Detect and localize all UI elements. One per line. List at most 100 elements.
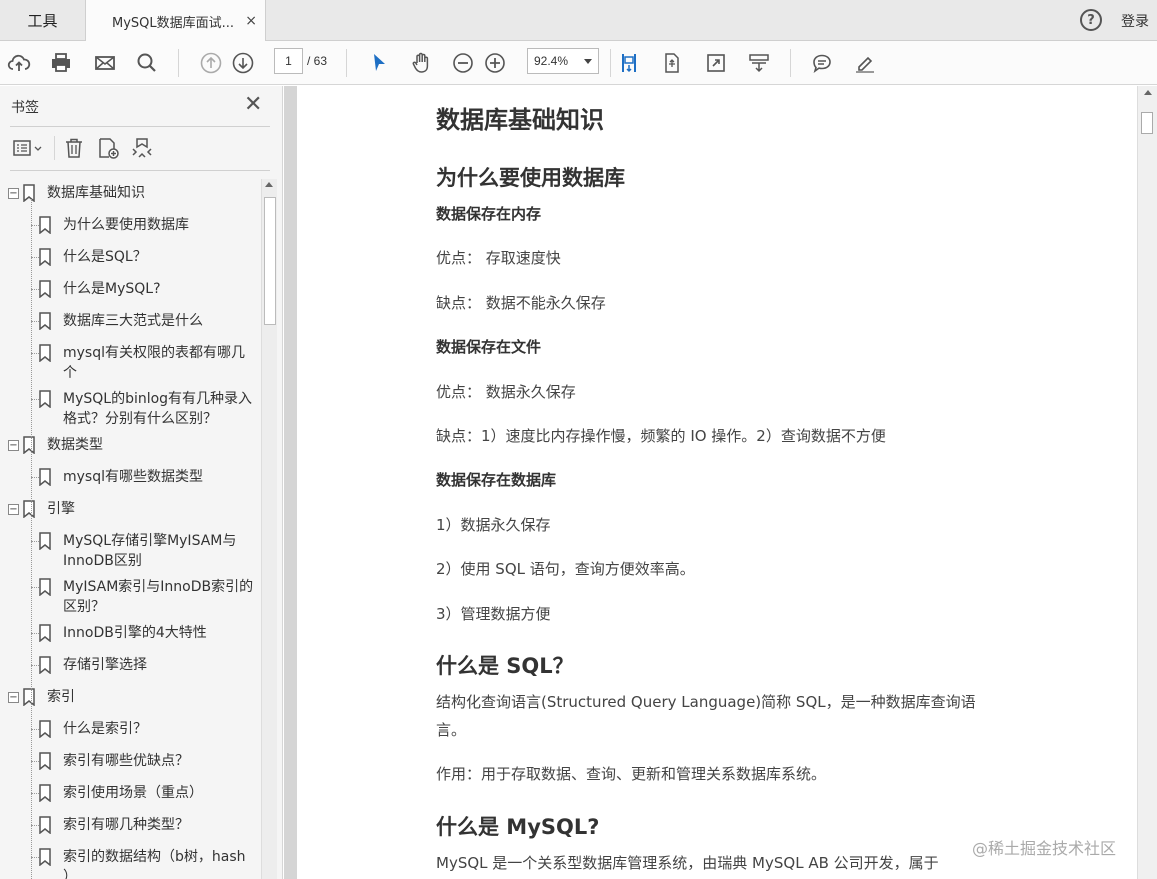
bookmark-label: 存储引擎选择 — [63, 657, 147, 673]
bookmark-group[interactable]: − 数据类型 — [0, 435, 262, 455]
zoom-select[interactable]: 92.4% — [527, 48, 599, 74]
paragraph: 1）数据永久保存 — [436, 516, 551, 534]
bookmark-tree: − 数据库基础知识为什么要使用数据库 什么是SQL？ 什么是MySQL? 数据库三大范式… — [0, 179, 262, 879]
scroll-up-icon[interactable] — [265, 182, 273, 187]
bookmark-label: MySQL存储引擎MyISAM与 — [63, 533, 237, 549]
toolbar-separator — [790, 49, 791, 77]
select-cursor-icon[interactable] — [365, 49, 393, 77]
bookmark-label: 索引 — [47, 689, 75, 705]
bookmark-item[interactable]: 什么是MySQL? — [0, 279, 262, 299]
bookmark-label: MyISAM索引与InnoDB索引的 — [63, 579, 254, 595]
email-icon[interactable] — [91, 49, 119, 77]
divider — [10, 170, 270, 171]
bookmark-label: 为什么要使用数据库 — [63, 217, 189, 233]
previous-page-icon[interactable] — [197, 49, 225, 77]
bookmark-item[interactable]: 存储引擎选择 — [0, 655, 262, 675]
bookmark-scrollbar[interactable] — [261, 179, 277, 879]
next-page-icon[interactable] — [229, 49, 257, 77]
comment-icon[interactable] — [808, 49, 836, 77]
divider — [10, 126, 270, 127]
bookmark-icon — [38, 624, 52, 643]
help-icon[interactable]: ? — [1080, 9, 1102, 31]
bookmark-item[interactable]: MyISAM索引与InnoDB索引的 区别？ — [0, 577, 262, 617]
bookmark-item[interactable]: 什么是SQL？ — [0, 247, 262, 267]
new-bookmark-icon[interactable] — [96, 135, 120, 161]
hand-tool-icon[interactable] — [407, 49, 435, 77]
fit-page-icon[interactable] — [615, 49, 643, 77]
bookmark-label: 什么是SQL？ — [63, 249, 147, 265]
search-icon[interactable] — [133, 49, 161, 77]
scrollbar-thumb[interactable] — [1141, 112, 1153, 134]
watermark: @稀土掘金技术社区 — [972, 839, 1117, 858]
bookmark-item[interactable]: 数据库三大范式是什么 — [0, 311, 262, 331]
document-scrollbar[interactable] — [1137, 86, 1157, 879]
bookmark-label: InnoDB区别 — [63, 553, 142, 569]
bookmark-label: mysql有哪些数据类型 — [63, 469, 203, 485]
bookmark-label: 格式？分别有什么区别？ — [63, 411, 217, 427]
zoom-value: 92.4% — [534, 54, 569, 68]
document-viewport: 数据库基础知识 为什么要使用数据库 数据保存在内存 优点： 存取速度快 缺点： … — [284, 86, 1157, 879]
rotate-page-icon[interactable] — [658, 49, 686, 77]
page-total: / 63 — [307, 54, 328, 68]
heading-what-is-mysql: 什么是 MySQL? — [436, 815, 600, 839]
paragraph: 3）管理数据方便 — [436, 605, 551, 623]
bookmark-icon — [38, 390, 52, 409]
tab-bar: 工具 MySQL数据库面试... × ? 登录 — [0, 0, 1157, 42]
bookmark-icon — [38, 468, 52, 487]
close-panel-icon[interactable]: ✕ — [244, 94, 262, 116]
bookmark-label: 数据库基础知识 — [47, 185, 145, 201]
upload-cloud-icon[interactable] — [5, 49, 33, 77]
bookmark-icon — [22, 184, 36, 203]
fullscreen-icon[interactable] — [702, 49, 730, 77]
tab-tools[interactable]: 工具 — [0, 0, 85, 41]
bookmark-item[interactable]: 索引有哪几种类型？ — [0, 815, 262, 835]
zoom-out-icon[interactable] — [449, 49, 477, 77]
bookmark-item[interactable]: 索引的数据结构（b树，hash ） — [0, 847, 262, 879]
delete-icon[interactable] — [62, 135, 86, 161]
highlight-pen-icon[interactable] — [851, 49, 879, 77]
paragraph: MySQL 是一个关系型数据库管理系统，由瑞典 MySQL AB 公司开发，属于 — [436, 854, 939, 872]
paragraph: 优点： 数据永久保存 — [436, 383, 576, 401]
zoom-in-icon[interactable] — [481, 49, 509, 77]
bookmark-item[interactable]: 索引有哪些优缺点？ — [0, 751, 262, 771]
bookmark-item[interactable]: InnoDB引擎的4大特性 — [0, 623, 262, 643]
paragraph: 2）使用 SQL 语句，查询方便效率高。 — [436, 560, 695, 578]
scroll-mode-icon[interactable] — [745, 49, 773, 77]
bookmark-item[interactable]: MySQL存储引擎MyISAM与 InnoDB区别 — [0, 531, 262, 571]
bookmark-label: mysql有关权限的表都有哪几 — [63, 345, 245, 361]
bookmark-options-icon[interactable] — [12, 135, 44, 161]
page-number-input[interactable]: 1 — [274, 48, 303, 74]
collapse-toggle-icon[interactable]: − — [8, 692, 19, 703]
bookmark-icon — [38, 848, 52, 867]
bookmark-icon — [38, 752, 52, 771]
bookmark-group[interactable]: − 引擎 — [0, 499, 262, 519]
bookmark-icon — [38, 216, 52, 235]
scrollbar-thumb[interactable] — [264, 197, 276, 325]
tab-document-label: MySQL数据库面试... — [112, 15, 235, 31]
bookmark-item[interactable]: mysql有哪些数据类型 — [0, 467, 262, 487]
expand-bookmark-icon[interactable] — [130, 135, 154, 161]
scroll-up-icon[interactable] — [1144, 90, 1152, 95]
bookmark-item[interactable]: 索引使用场景（重点） — [0, 783, 262, 803]
bookmark-group[interactable]: − 数据库基础知识 — [0, 183, 262, 203]
paragraph: 结构化查询语言(Structured Query Language)简称 SQL… — [436, 693, 976, 711]
login-button[interactable]: 登录 — [1121, 11, 1149, 31]
bookmark-icon — [38, 720, 52, 739]
collapse-toggle-icon[interactable]: − — [8, 504, 19, 515]
panel-title: 书签 — [11, 100, 39, 116]
bookmark-item[interactable]: 为什么要使用数据库 — [0, 215, 262, 235]
document-page: 数据库基础知识 为什么要使用数据库 数据保存在内存 优点： 存取速度快 缺点： … — [297, 86, 1137, 879]
print-icon[interactable] — [47, 49, 75, 77]
paragraph: 作用：用于存取数据、查询、更新和管理关系数据库系统。 — [436, 765, 827, 783]
collapse-toggle-icon[interactable]: − — [8, 188, 19, 199]
tab-document[interactable]: MySQL数据库面试... × — [85, 0, 266, 42]
bookmark-icon — [38, 312, 52, 331]
bookmark-item[interactable]: mysql有关权限的表都有哪几个 — [0, 343, 262, 383]
paragraph: 优点： 存取速度快 — [436, 249, 561, 267]
bookmark-item[interactable]: 什么是索引？ — [0, 719, 262, 739]
bookmark-item[interactable]: MySQL的binlog有有几种录入 格式？分别有什么区别？ — [0, 389, 262, 429]
collapse-toggle-icon[interactable]: − — [8, 440, 19, 451]
bookmark-group[interactable]: − 索引 — [0, 687, 262, 707]
close-tab-icon[interactable]: × — [245, 13, 257, 29]
bookmark-icon — [38, 656, 52, 675]
